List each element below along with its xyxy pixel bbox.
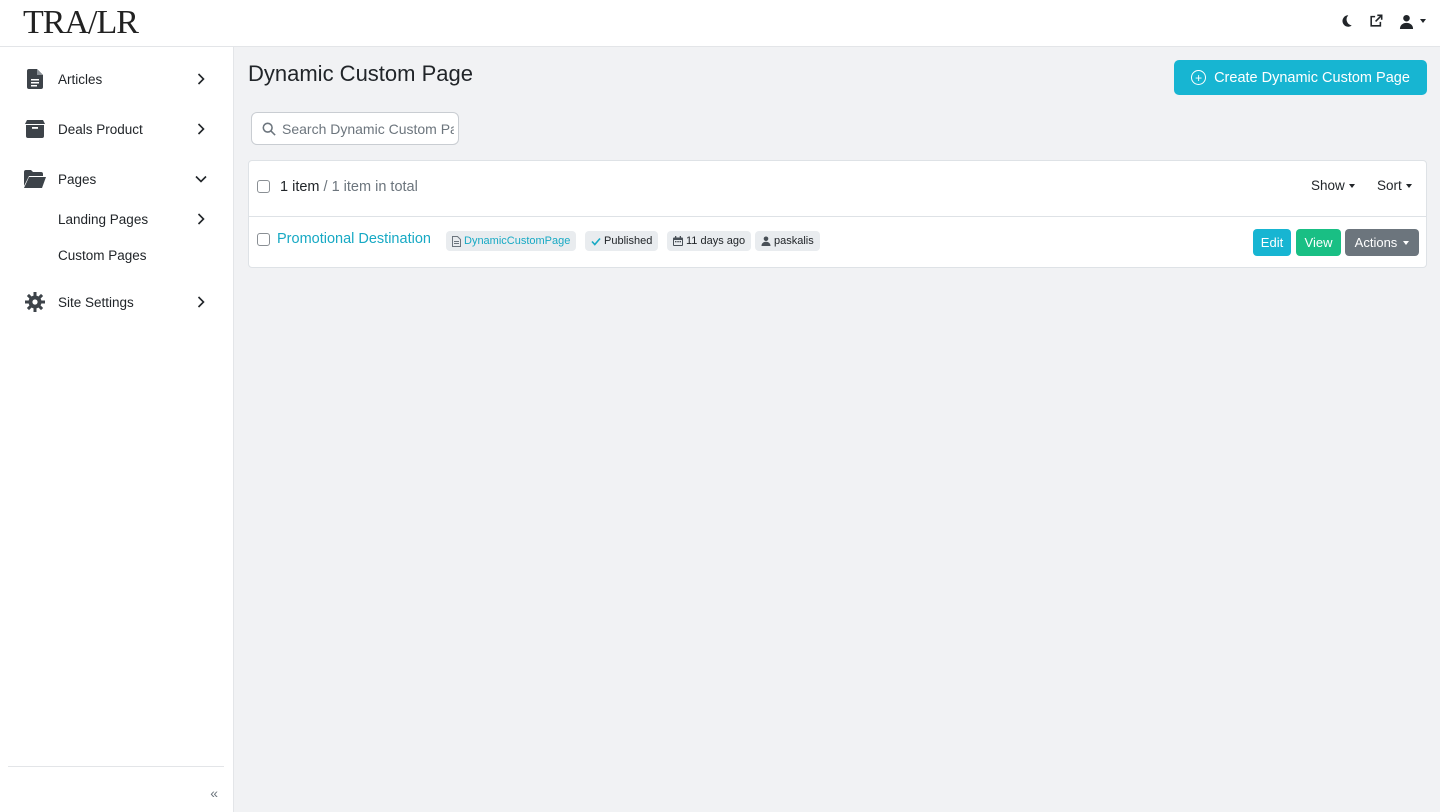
chevron-right-icon	[194, 212, 208, 226]
file-icon	[452, 235, 461, 247]
create-button-label: Create Dynamic Custom Page	[1214, 69, 1410, 86]
chevron-down-icon	[1420, 19, 1426, 23]
chevron-right-icon	[194, 122, 208, 136]
plus-circle-icon: +	[1191, 70, 1207, 85]
chevron-right-icon	[194, 295, 208, 309]
sidebar-item-label: Deals Product	[58, 121, 143, 137]
sidebar-item-label: Site Settings	[58, 294, 134, 310]
chevron-down-icon	[194, 172, 208, 186]
show-label: Show	[1311, 178, 1345, 193]
item-count: 1 item / 1 item in total	[280, 179, 418, 195]
caret-down-icon	[1403, 240, 1410, 245]
search-input[interactable]	[282, 113, 454, 144]
date-label: 11 days ago	[686, 235, 746, 247]
user-icon	[761, 236, 771, 246]
sidebar-item-articles[interactable]: Articles	[0, 61, 234, 97]
actions-dropdown-button[interactable]: Actions	[1345, 229, 1419, 256]
search-box	[251, 112, 459, 145]
chevron-right-icon	[194, 72, 208, 86]
calendar-icon	[673, 236, 683, 246]
list-header: 1 item / 1 item in total Show Sort	[249, 161, 1426, 217]
document-icon	[24, 68, 46, 90]
top-bar-actions	[1338, 13, 1426, 29]
item-total-label: / 1 item in total	[319, 179, 418, 195]
caret-down-icon	[1348, 183, 1355, 188]
select-all-checkbox[interactable]	[257, 180, 270, 193]
sidebar-item-label: Custom Pages	[58, 247, 147, 263]
sidebar-item-pages[interactable]: Pages	[0, 161, 234, 197]
author-badge: paskalis	[755, 231, 820, 251]
view-button[interactable]: View	[1296, 229, 1341, 256]
moon-icon[interactable]	[1338, 13, 1354, 29]
sidebar-item-site-settings[interactable]: Site Settings	[0, 284, 234, 320]
app-logo[interactable]: TRA/LR	[23, 6, 139, 40]
sidebar-item-label: Articles	[58, 71, 103, 87]
sidebar: Articles Deals Product Pages Landing Pag…	[0, 47, 234, 812]
item-count-label: 1 item	[280, 179, 320, 195]
actions-label: Actions	[1354, 235, 1398, 250]
collapse-sidebar-icon[interactable]: «	[210, 785, 218, 801]
edit-button[interactable]: Edit	[1253, 229, 1291, 256]
date-badge: 11 days ago	[667, 231, 752, 251]
search-icon	[262, 122, 276, 136]
sidebar-footer: «	[8, 766, 224, 812]
type-label: DynamicCustomPage	[464, 235, 571, 247]
type-badge: DynamicCustomPage	[446, 231, 577, 251]
status-badge: Published	[585, 231, 659, 251]
list-item: Promotional Destination DynamicCustomPag…	[249, 217, 1426, 268]
sort-dropdown[interactable]: Sort	[1377, 178, 1412, 193]
user-menu[interactable]	[1398, 13, 1426, 29]
box-icon	[24, 118, 46, 140]
check-icon	[591, 237, 601, 246]
sidebar-item-landing-pages[interactable]: Landing Pages	[0, 205, 234, 233]
sidebar-item-deals-product[interactable]: Deals Product	[0, 111, 234, 147]
sidebar-item-custom-pages[interactable]: Custom Pages	[0, 241, 234, 269]
caret-down-icon	[1405, 183, 1412, 188]
sidebar-item-label: Pages	[58, 171, 97, 187]
external-link-icon[interactable]	[1368, 13, 1384, 29]
status-label: Published	[604, 235, 653, 247]
page-title: Dynamic Custom Page	[248, 61, 473, 86]
top-bar: TRA/LR	[0, 0, 1440, 47]
page-list: 1 item / 1 item in total Show Sort Promo…	[248, 160, 1427, 268]
folder-open-icon	[24, 168, 46, 190]
create-dynamic-custom-page-button[interactable]: + Create Dynamic Custom Page	[1174, 60, 1427, 95]
page-title-link[interactable]: Promotional Destination	[277, 231, 431, 247]
show-dropdown[interactable]: Show	[1311, 178, 1355, 193]
user-icon	[1398, 13, 1414, 29]
sort-label: Sort	[1377, 178, 1402, 193]
row-checkbox[interactable]	[257, 233, 270, 246]
author-label: paskalis	[774, 235, 814, 247]
gear-icon	[24, 291, 46, 313]
sidebar-item-label: Landing Pages	[58, 211, 149, 227]
